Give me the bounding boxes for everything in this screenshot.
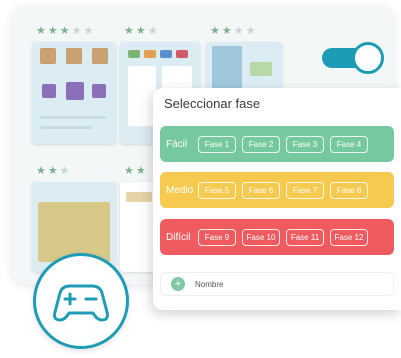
add-icon[interactable]: + xyxy=(171,277,185,291)
level-row-hard: Difícil Fase 9 Fase 10 Fase 11 Fase 12 xyxy=(160,219,394,255)
phase-button-9[interactable]: Fase 9 xyxy=(198,228,236,246)
phase-button-8[interactable]: Fase 8 xyxy=(330,181,368,199)
deer-image xyxy=(40,48,56,64)
sticker-image xyxy=(128,50,140,58)
star-icon: ★ xyxy=(36,165,46,177)
name-field[interactable]: Nombre xyxy=(195,280,223,289)
phase-button-11[interactable]: Fase 11 xyxy=(286,228,324,246)
sticker-image xyxy=(126,192,152,202)
star-icon: ★ xyxy=(47,25,58,37)
gamepad-badge xyxy=(33,253,129,349)
star-icon: ★ xyxy=(210,25,220,37)
star-rating-4: ★ ★ ★ xyxy=(36,166,70,177)
popup-title: Seleccionar fase xyxy=(164,96,261,111)
gift-image xyxy=(92,84,106,98)
star-icon: ★ xyxy=(47,165,58,177)
deer-image xyxy=(66,48,82,64)
toggle-switch[interactable] xyxy=(308,40,386,74)
text-line xyxy=(40,126,92,129)
phase-button-6[interactable]: Fase 6 xyxy=(242,181,280,199)
gift-image xyxy=(66,82,84,100)
star-icon: ★ xyxy=(124,165,134,177)
star-icon: ★ xyxy=(147,25,158,37)
level-label: Difícil xyxy=(166,231,191,243)
phase-button-12[interactable]: Fase 12 xyxy=(330,228,368,246)
star-icon: ★ xyxy=(59,165,70,177)
star-rating-1: ★ ★ ★ ★ ★ xyxy=(36,26,93,37)
sticker-image xyxy=(144,50,156,58)
star-icon: ★ xyxy=(135,25,146,37)
phase-button-3[interactable]: Fase 3 xyxy=(286,135,324,153)
phase-button-10[interactable]: Fase 10 xyxy=(242,228,280,246)
star-icon: ★ xyxy=(83,25,94,37)
star-icon: ★ xyxy=(221,25,232,37)
text-line xyxy=(40,116,106,119)
number-grid xyxy=(212,46,242,90)
phase-button-5[interactable]: Fase 5 xyxy=(198,181,236,199)
phase-button-4[interactable]: Fase 4 xyxy=(330,135,368,153)
star-icon: ★ xyxy=(59,25,70,37)
level-label: Medio xyxy=(166,184,194,196)
sticker-image xyxy=(176,50,188,58)
star-rating-5: ★ ★ xyxy=(124,166,146,177)
star-icon: ★ xyxy=(233,25,244,37)
star-rating-3: ★ ★ ★ ★ xyxy=(210,26,256,37)
star-icon: ★ xyxy=(36,25,46,37)
name-input-row[interactable]: + Nombre xyxy=(160,272,394,296)
sub-sheet xyxy=(128,66,156,126)
toggle-knob xyxy=(352,42,384,74)
sticker-image xyxy=(160,50,172,58)
star-icon: ★ xyxy=(245,25,256,37)
star-icon: ★ xyxy=(71,25,82,37)
level-label: Fácil xyxy=(166,138,188,150)
gift-image xyxy=(42,84,56,98)
picture-tile xyxy=(250,62,272,76)
phase-button-1[interactable]: Fase 1 xyxy=(198,135,236,153)
deer-image xyxy=(92,48,108,64)
worksheet-thumbnail-1 xyxy=(32,42,116,144)
phase-button-7[interactable]: Fase 7 xyxy=(286,181,324,199)
star-icon: ★ xyxy=(135,165,146,177)
stage: ★ ★ ★ ★ ★ ★ ★ ★ ★ ★ ★ ★ ★ ★ ★ ★ ★ Selecc… xyxy=(0,0,401,358)
phase-button-2[interactable]: Fase 2 xyxy=(242,135,280,153)
gamepad-icon xyxy=(53,284,109,322)
star-icon: ★ xyxy=(124,25,134,37)
phase-selector-popup: Seleccionar fase Fácil Fase 1 Fase 2 Fas… xyxy=(153,88,401,310)
level-row-easy: Fácil Fase 1 Fase 2 Fase 3 Fase 4 xyxy=(160,126,394,162)
level-row-medium: Medio Fase 5 Fase 6 Fase 7 Fase 8 xyxy=(160,172,394,208)
star-rating-2: ★ ★ ★ xyxy=(124,26,158,37)
